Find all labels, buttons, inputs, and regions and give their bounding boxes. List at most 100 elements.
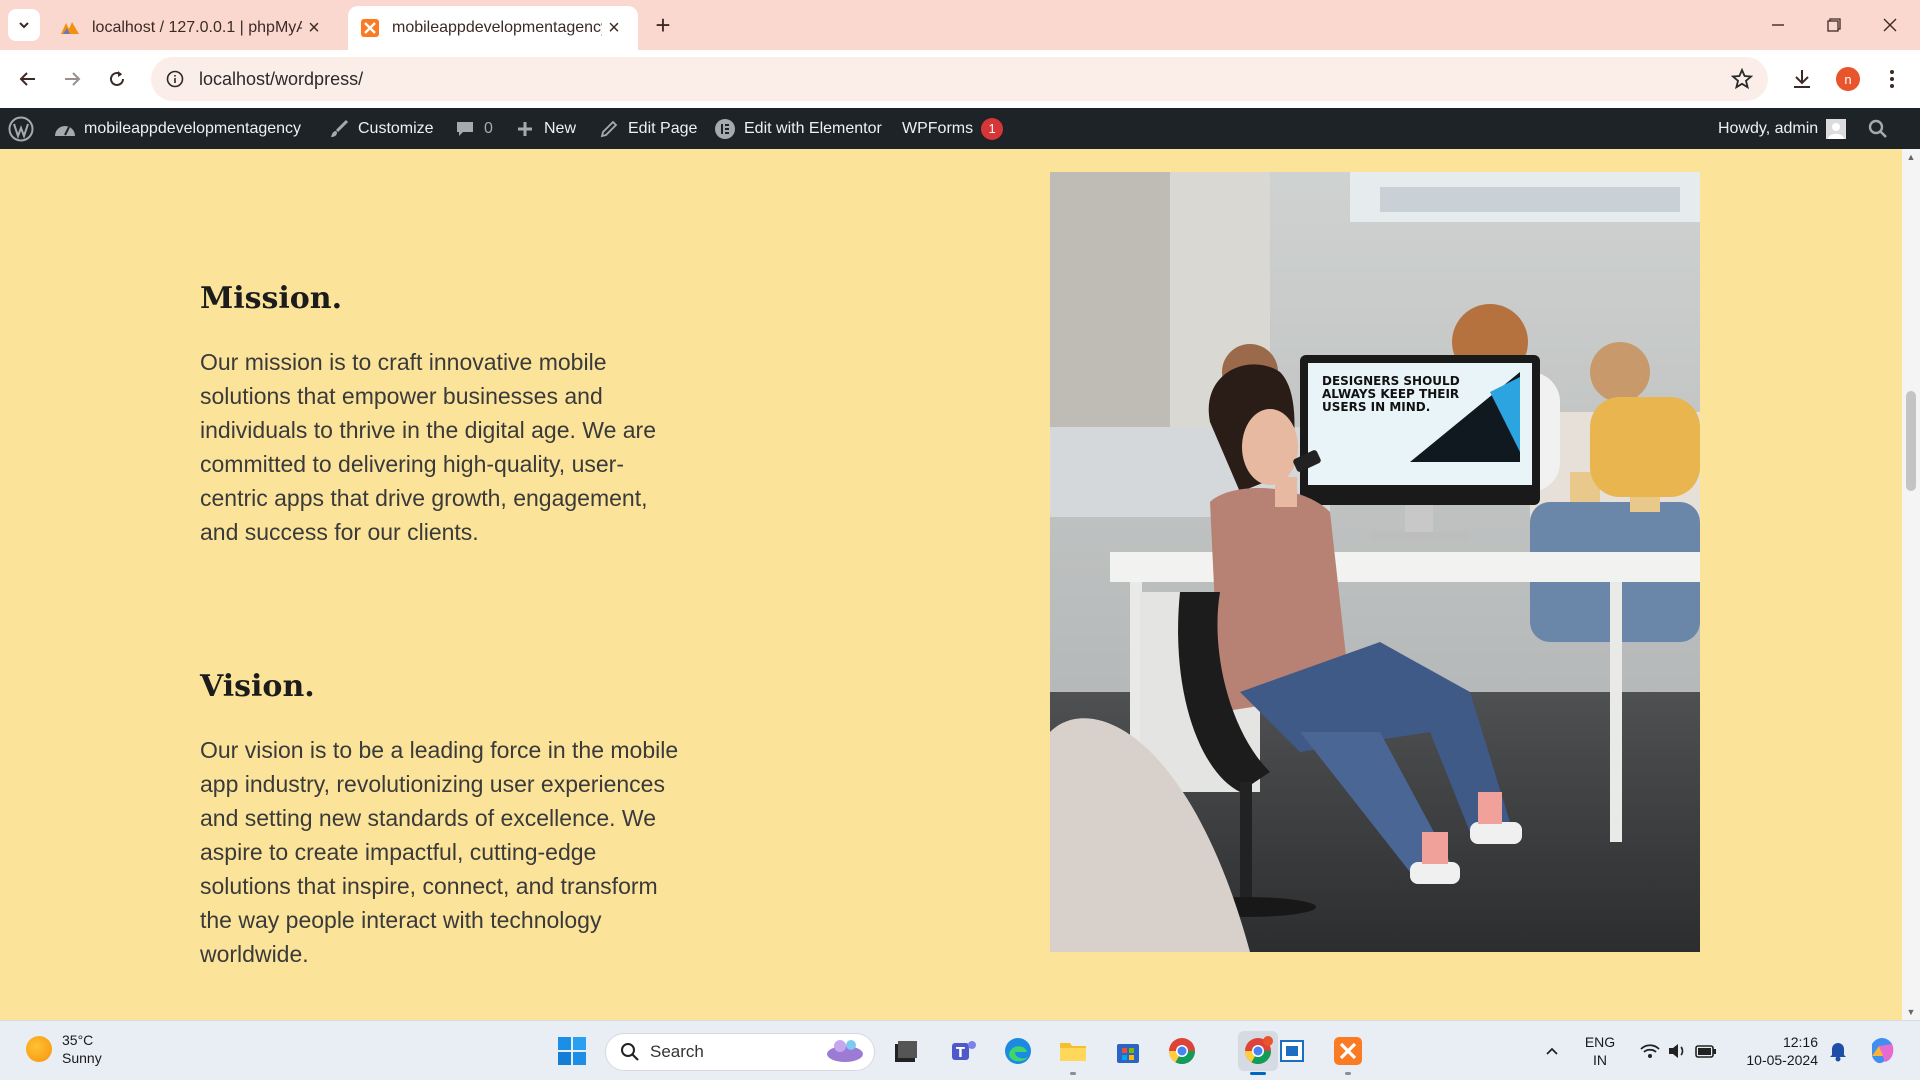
customize-link[interactable]: Customize: [328, 108, 434, 149]
edit-page-link[interactable]: Edit Page: [598, 108, 697, 149]
start-button[interactable]: [552, 1031, 592, 1071]
language-code: ENG: [1584, 1034, 1616, 1050]
taskbar-search[interactable]: Search: [605, 1033, 875, 1071]
wp-logo-button[interactable]: [8, 108, 34, 149]
mission-title: Mission.: [200, 281, 343, 316]
new-content-link[interactable]: New: [514, 108, 576, 149]
reload-icon: [110, 71, 124, 86]
page-scrollbar[interactable]: ▲ ▼: [1902, 149, 1920, 1020]
minimize-button[interactable]: [1758, 8, 1798, 42]
new-tab-button[interactable]: +: [650, 10, 676, 40]
downloads-button[interactable]: [1786, 63, 1818, 95]
comment-icon: [454, 118, 476, 140]
arrow-right-icon: [65, 72, 81, 86]
vision-text: Our vision is to be a leading force in t…: [200, 737, 679, 967]
back-button[interactable]: [12, 63, 44, 95]
page-content: Mission. Our mission is to craft innovat…: [0, 149, 1902, 1020]
search-placeholder: Search: [650, 1042, 704, 1061]
paintbrush-icon: [328, 118, 350, 140]
close-icon[interactable]: ×: [302, 16, 326, 40]
phpmyadmin-icon: [60, 18, 80, 38]
my-account-link[interactable]: Howdy, admin: [1718, 108, 1847, 149]
chevron-down-icon: [19, 22, 29, 29]
copilot-icon: [1872, 1038, 1894, 1064]
task-view-button[interactable]: [886, 1031, 926, 1071]
site-name-link[interactable]: mobileappdevelopmentagency: [54, 108, 301, 149]
tab-search-button[interactable]: [8, 9, 40, 41]
clock[interactable]: 12:16 10-05-2024: [1730, 1033, 1818, 1069]
copilot-button[interactable]: [1862, 1031, 1902, 1071]
weather-condition: Sunny: [62, 1050, 102, 1066]
temperature: 35°C: [62, 1032, 94, 1048]
close-icon[interactable]: ×: [602, 16, 626, 40]
quick-settings-button[interactable]: [1628, 1031, 1728, 1071]
tab-phpmyadmin[interactable]: localhost / 127.0.0.1 | phpMyAdmin ×: [48, 6, 338, 50]
profile-button[interactable]: n: [1832, 63, 1864, 95]
chrome-icon: [1244, 1036, 1273, 1065]
pencil-icon: [598, 118, 620, 140]
store-button[interactable]: [1108, 1031, 1148, 1071]
browser-menu-button[interactable]: [1876, 63, 1908, 95]
new-label: New: [544, 119, 577, 137]
address-bar[interactable]: localhost/wordpress/: [151, 57, 1768, 101]
avatar: n: [1836, 67, 1860, 91]
show-hidden-icons-button[interactable]: [1532, 1031, 1572, 1071]
reload-button[interactable]: [101, 63, 133, 95]
folder-icon: [1060, 1043, 1086, 1061]
vision-title: Vision.: [200, 669, 315, 704]
download-icon: [1794, 70, 1810, 88]
avatar: [1826, 118, 1847, 139]
teams-button[interactable]: T: [944, 1031, 984, 1071]
window-app-icon: [1280, 1040, 1304, 1062]
notifications-button[interactable]: [1818, 1031, 1858, 1071]
site-info-icon[interactable]: [155, 57, 195, 101]
browser-toolbar: localhost/wordpress/ n: [0, 50, 1920, 108]
search-highlight-icon: [824, 1036, 866, 1069]
howdy-label: Howdy, admin: [1718, 119, 1819, 137]
tab-strip: localhost / 127.0.0.1 | phpMyAdmin × mob…: [0, 0, 1920, 50]
edge-icon: [1005, 1038, 1031, 1064]
scroll-thumb[interactable]: [1906, 391, 1916, 491]
plus-icon: [514, 118, 536, 140]
wpforms-link[interactable]: WPForms 1: [902, 108, 1004, 149]
restore-icon: [1827, 18, 1841, 32]
windows-taskbar: 35°C Sunny Search T ENG IN 12:16 10-05-2…: [0, 1020, 1920, 1080]
notification-badge: 1: [981, 117, 1004, 140]
cutoff-heading-fragment: [200, 149, 210, 162]
mission-text: Our mission is to craft innovative mobil…: [200, 349, 657, 545]
customize-label: Customize: [358, 119, 434, 137]
sun-icon: [26, 1036, 52, 1062]
chrome-button[interactable]: [1162, 1031, 1202, 1071]
edge-button[interactable]: [998, 1031, 1038, 1071]
xampp-button[interactable]: [1328, 1031, 1368, 1075]
close-window-button[interactable]: [1870, 8, 1910, 42]
chrome-active-button[interactable]: [1238, 1031, 1278, 1075]
chevron-up-icon: [1546, 1047, 1558, 1055]
tab-title: mobileappdevelopmentagency: [392, 19, 602, 36]
site-name: mobileappdevelopmentagency: [84, 119, 302, 137]
clock-time: 12:16: [1782, 1034, 1818, 1050]
xampp-icon: [360, 18, 380, 38]
scroll-down-icon[interactable]: ▼: [1905, 1006, 1917, 1018]
bell-icon: [1830, 1043, 1846, 1062]
battery-icon: [1695, 1045, 1716, 1058]
edit-with-elementor-link[interactable]: Edit with Elementor: [714, 108, 882, 149]
forward-button[interactable]: [56, 63, 88, 95]
svg-text:T: T: [956, 1046, 965, 1061]
restore-button[interactable]: [1814, 8, 1854, 42]
admin-search-button[interactable]: [1868, 108, 1888, 149]
url-text[interactable]: localhost/wordpress/: [199, 69, 363, 90]
utility-app-button[interactable]: [1272, 1031, 1312, 1071]
scroll-up-icon[interactable]: ▲: [1905, 151, 1917, 163]
minimize-icon: [1772, 24, 1784, 26]
bookmark-star-icon[interactable]: [1730, 67, 1754, 91]
wp-admin-bar: mobileappdevelopmentagency Customize 0 N…: [0, 108, 1920, 149]
search-icon: [1868, 119, 1887, 138]
comments-link[interactable]: 0: [454, 108, 493, 149]
xampp-icon: [1334, 1037, 1362, 1065]
weather-widget[interactable]: 35°C Sunny: [26, 1031, 102, 1067]
language-indicator[interactable]: ENG IN: [1578, 1033, 1622, 1069]
tab-mobileappdevelopmentagency[interactable]: mobileappdevelopmentagency ×: [348, 6, 638, 50]
file-explorer-button[interactable]: [1053, 1031, 1093, 1075]
more-vertical-icon: [1890, 70, 1894, 88]
